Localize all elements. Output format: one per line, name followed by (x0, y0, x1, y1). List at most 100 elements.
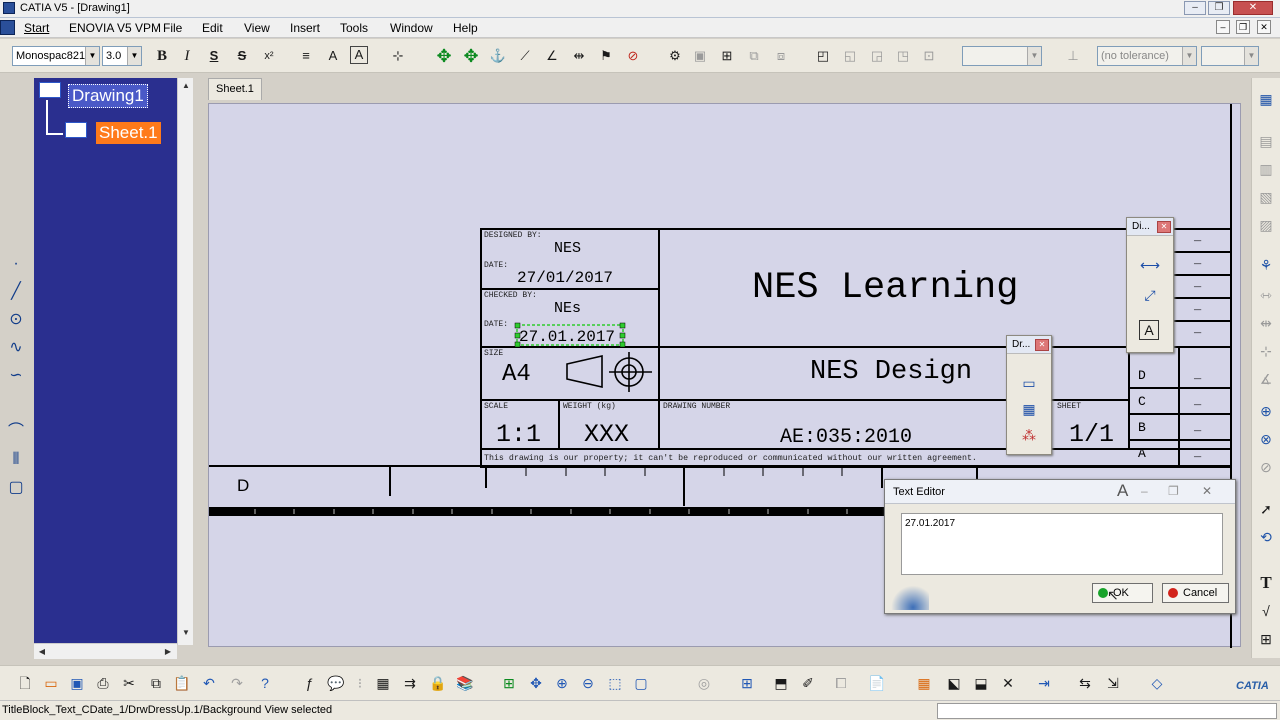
circle-icon[interactable]: ⊙ (5, 309, 27, 331)
scroll-down-icon[interactable]: ▼ (178, 625, 194, 641)
menu-file[interactable]: File (163, 21, 182, 35)
dimension-edit-icon[interactable]: ⤢ (1139, 284, 1161, 306)
geometry-transform-icon[interactable]: ◳ (893, 46, 913, 66)
view-icon[interactable]: ▣ (690, 46, 710, 66)
print-icon[interactable]: ⎙ (92, 672, 114, 694)
constraint-icon[interactable]: ⟋ (515, 46, 535, 66)
tree-horizontal-scrollbar[interactable]: ◀ ▶ (34, 643, 177, 659)
menu-tools[interactable]: Tools (340, 21, 368, 35)
strikethrough-button[interactable]: S (232, 46, 252, 66)
anchor-point-icon[interactable]: ⊹ (388, 46, 408, 66)
dimensioning-toolbar[interactable]: Di... ✕ ⟷ ⤢ A (1126, 217, 1174, 353)
pan-icon[interactable]: ✥ (525, 672, 547, 694)
restore-button[interactable]: ❐ (1208, 1, 1230, 15)
dimension-icon[interactable]: ⟷ (1139, 254, 1161, 276)
text-frame-icon[interactable]: A (350, 46, 368, 64)
hatch-grid-icon[interactable]: ▦ (913, 672, 935, 694)
zoom-out-icon[interactable]: ⊖ (577, 672, 599, 694)
tolerance-type-icon[interactable]: ⊥ (1063, 46, 1083, 66)
law-icon[interactable]: ⇉ (399, 672, 421, 694)
snap-cross-icon[interactable]: ✥ (461, 46, 481, 66)
normal-view-icon[interactable]: ▢ (630, 672, 652, 694)
close-icon[interactable]: ✕ (1035, 339, 1049, 351)
table-icon[interactable]: ⊞ (1255, 628, 1277, 650)
align-left-icon[interactable]: ≡ (296, 46, 316, 66)
analysis-display-icon[interactable]: ⚑ (596, 46, 616, 66)
parameter-icon[interactable]: ⁝ (349, 672, 371, 694)
view-detail-icon[interactable]: ▨ (1255, 214, 1277, 236)
grid-icon[interactable]: ⊞ (736, 672, 758, 694)
zoom-in-icon[interactable]: ⊕ (551, 672, 573, 694)
check-date-value[interactable]: 27.01.2017 (519, 328, 615, 346)
text-editor-dialog[interactable]: Text Editor A – ❐ ✕ 27.01.2017 OK Cancel (884, 479, 1236, 614)
open-folder-icon[interactable]: ▭ (40, 672, 62, 694)
minimize-button[interactable]: – (1184, 1, 1206, 15)
scale-value[interactable]: 1:1 (496, 420, 541, 449)
geometry-edit-icon[interactable]: ◱ (840, 46, 860, 66)
text-editor-input[interactable]: 27.01.2017 (901, 513, 1223, 575)
save-icon[interactable]: ▣ (66, 672, 88, 694)
zoom-area-icon[interactable]: ⬚ (604, 672, 626, 694)
underline-button[interactable]: S (204, 46, 224, 66)
geometry-creation-icon[interactable]: ◰ (813, 46, 833, 66)
analysis-icon[interactable]: ◎ (693, 672, 715, 694)
menu-start[interactable]: Start (24, 21, 49, 35)
edit-background-icon[interactable]: ⬓ (970, 672, 992, 694)
text-icon[interactable]: A (1139, 320, 1159, 340)
menu-enovia[interactable]: ENOVIA V5 VPM (69, 21, 161, 35)
command-input[interactable] (937, 703, 1277, 719)
catia-app-icon[interactable] (3, 2, 15, 14)
font-size-select[interactable]: 3.0 ▼ (102, 46, 142, 66)
ok-button[interactable]: OK (1092, 583, 1153, 603)
paste-icon[interactable]: 📋 (171, 672, 193, 694)
designed-by-value[interactable]: NES (554, 240, 581, 257)
drawing-toolbar-header[interactable]: Dr... ✕ (1007, 336, 1051, 354)
minimize-icon[interactable]: – (1141, 484, 1148, 498)
thread-icon[interactable]: ⊘ (1255, 456, 1277, 478)
tab-sheet1[interactable]: Sheet.1 (208, 78, 262, 100)
weight-value[interactable]: XXX (584, 420, 629, 449)
tree-node-drawing1[interactable]: Drawing1 (68, 84, 148, 108)
dimension-coord-icon[interactable]: ⊹ (1255, 340, 1277, 362)
drawing-toolbar[interactable]: Dr... ✕ ▭ ▦ ⁂ (1006, 335, 1052, 455)
menu-help[interactable]: Help (453, 21, 478, 35)
sheet-icon[interactable] (65, 122, 87, 138)
mdi-close-button[interactable]: ✕ (1257, 20, 1271, 34)
view-projection-icon[interactable]: ▥ (1255, 158, 1277, 180)
font-name-select[interactable]: Monospac821 ▼ (12, 46, 100, 66)
drawing-title[interactable]: NES Design (810, 357, 972, 387)
transform-icon[interactable]: ▢ (5, 477, 27, 499)
new-document-icon[interactable]: 🗋 (14, 672, 36, 694)
precision-select[interactable]: ▼ (1201, 46, 1259, 66)
design-date-value[interactable]: 27/01/2017 (517, 269, 613, 287)
formula-icon[interactable]: ƒ (298, 672, 320, 694)
catalog-icon[interactable]: 📚 (454, 672, 476, 694)
frame-icon[interactable]: ⊞ (717, 46, 737, 66)
new-sheet-icon[interactable]: ▭ (1018, 372, 1040, 394)
angle-constraint-icon[interactable]: ∠ (542, 46, 562, 66)
dimension-angle-icon[interactable]: ∡ (1255, 368, 1277, 390)
constraint-display-icon[interactable]: ✕ (997, 672, 1019, 694)
dimension-link-icon[interactable]: ⇿ (1255, 284, 1277, 306)
redo-icon[interactable]: ↷ (226, 672, 248, 694)
sheet-background-icon[interactable]: ▦ (1255, 88, 1277, 110)
tree-vertical-scrollbar[interactable]: ▲ ▼ (177, 78, 193, 645)
maximize-icon[interactable]: ❐ (1168, 484, 1179, 498)
document-icon[interactable] (0, 20, 15, 35)
design-table-icon[interactable]: ▦ (372, 672, 394, 694)
filter-icon[interactable]: ⊘ (623, 46, 643, 66)
drawing-number-value[interactable]: AE:035:2010 (780, 426, 912, 449)
spline-icon[interactable]: ∽ (5, 365, 27, 387)
dimension-property-icon[interactable]: ⊡ (919, 46, 939, 66)
profile-icon[interactable]: ∿ (5, 337, 27, 359)
view-copy-icon[interactable]: ⧉ (744, 46, 764, 66)
dimension-value-select[interactable]: ▼ (962, 46, 1042, 66)
lock-icon[interactable]: 🔒 (427, 672, 449, 694)
dimension-chain-icon[interactable]: ⇹ (1255, 312, 1277, 334)
view-link-icon[interactable]: ⧈ (771, 46, 791, 66)
whats-this-icon[interactable]: ? (254, 672, 276, 694)
new-view-icon[interactable]: ▦ (1018, 398, 1040, 420)
mdi-restore-button[interactable]: ❐ (1236, 20, 1250, 34)
export-icon[interactable]: ⇲ (1102, 672, 1124, 694)
scroll-right-icon[interactable]: ▶ (160, 644, 176, 660)
